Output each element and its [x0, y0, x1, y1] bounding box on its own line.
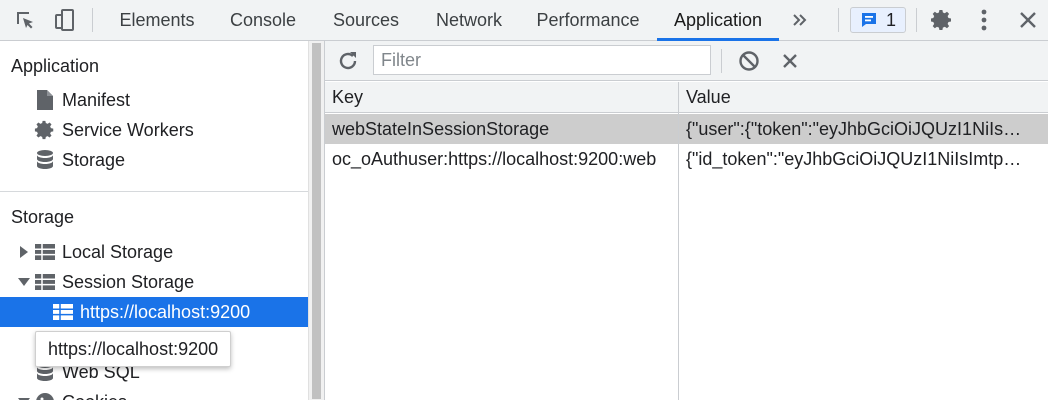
sidebar-section-application: Application [11, 56, 100, 76]
tab-console[interactable]: Console [213, 0, 313, 40]
cell-key: oc_oAuthuser:https://localhost:9200:web [332, 149, 657, 169]
sidebar-item-cookies[interactable]: Cookies [0, 387, 308, 400]
issues-count: 1 [885, 9, 896, 30]
sidebar-item-label: https://localhost:9200 [80, 301, 251, 322]
sidebar-item-label: Session Storage [62, 271, 195, 292]
sidebar-item-storage[interactable]: Storage [0, 145, 308, 175]
cell-value: {"id_token":"eyJhbGciOiJQUzI1NiIsImtpZCI… [686, 149, 1024, 169]
sidebar-item-service-workers[interactable]: Service Workers [0, 115, 308, 145]
expand-triangle-icon[interactable] [18, 246, 30, 258]
issues-button[interactable]: 1 [850, 7, 906, 33]
table-row[interactable]: oc_oAuthuser:https://localhost:9200:web … [325, 144, 1048, 174]
grid-icon [34, 241, 56, 263]
cell-value: {"user":{"token":"eyJhbGciOiJQUzI1NiIsIm… [686, 119, 1024, 139]
toolbar-divider [916, 8, 917, 32]
column-header-value[interactable]: Value [679, 82, 1048, 113]
document-icon [34, 89, 56, 111]
filter-input[interactable] [373, 45, 711, 75]
grid-icon [34, 271, 56, 293]
cookie-icon [34, 391, 56, 400]
toolbar-divider [838, 8, 839, 32]
more-tabs-chevron-icon[interactable] [786, 0, 814, 40]
tab-performance[interactable]: Performance [522, 0, 654, 40]
sidebar-item-session-origin[interactable]: https://localhost:9200 [0, 297, 308, 327]
sidebar-section-storage: Storage [11, 207, 75, 227]
cell-key: webStateInSessionStorage [332, 119, 550, 139]
gear-icon [34, 119, 56, 141]
delete-selected-close-icon[interactable] [778, 41, 802, 81]
grid-icon [52, 301, 74, 323]
collapse-triangle-icon[interactable] [18, 396, 30, 400]
message-icon [861, 13, 876, 27]
sidebar-item-label: Local Storage [62, 241, 174, 262]
sidebar-item-label: Cookies [62, 392, 127, 400]
toolbar-divider [721, 49, 722, 73]
storage-toolbar [325, 41, 1048, 81]
sidebar-divider [0, 191, 308, 192]
tab-network[interactable]: Network [419, 0, 519, 40]
scrollbar-thumb[interactable] [312, 43, 321, 399]
table-header: Key Value [325, 82, 1048, 113]
close-devtools-icon[interactable] [1014, 0, 1042, 40]
tab-application[interactable]: Application [657, 0, 779, 41]
storage-table-panel: Key Value webStateInSessionStorage {"use… [325, 41, 1048, 400]
sidebar-item-session-storage[interactable]: Session Storage [0, 267, 308, 297]
refresh-icon[interactable] [335, 41, 361, 81]
sidebar-item-label: Service Workers [62, 119, 194, 140]
settings-gear-icon[interactable] [928, 0, 956, 40]
inspect-element-icon[interactable] [10, 0, 40, 40]
tab-elements[interactable]: Elements [104, 0, 210, 40]
devtools-tab-bar: Elements Console Sources Network Perform… [0, 0, 1048, 41]
sidebar-item-manifest[interactable]: Manifest [0, 85, 308, 115]
table-row[interactable]: webStateInSessionStorage {"user":{"token… [325, 114, 1048, 144]
toolbar-divider [92, 8, 93, 32]
sidebar-item-label: Storage [62, 149, 126, 170]
sidebar-item-label: Manifest [62, 89, 131, 110]
clear-all-block-icon[interactable] [736, 41, 762, 81]
more-options-kebab-icon[interactable] [972, 0, 996, 40]
sidebar-scrollbar[interactable] [308, 41, 324, 400]
device-toolbar-icon[interactable] [50, 0, 80, 40]
sidebar-item-local-storage[interactable]: Local Storage [0, 237, 308, 267]
tab-sources[interactable]: Sources [317, 0, 415, 40]
origin-tooltip: https://localhost:9200 [35, 331, 231, 367]
collapse-triangle-icon[interactable] [18, 276, 30, 288]
column-header-key[interactable]: Key [325, 82, 678, 113]
database-icon [34, 149, 56, 171]
column-divider[interactable] [678, 82, 679, 400]
